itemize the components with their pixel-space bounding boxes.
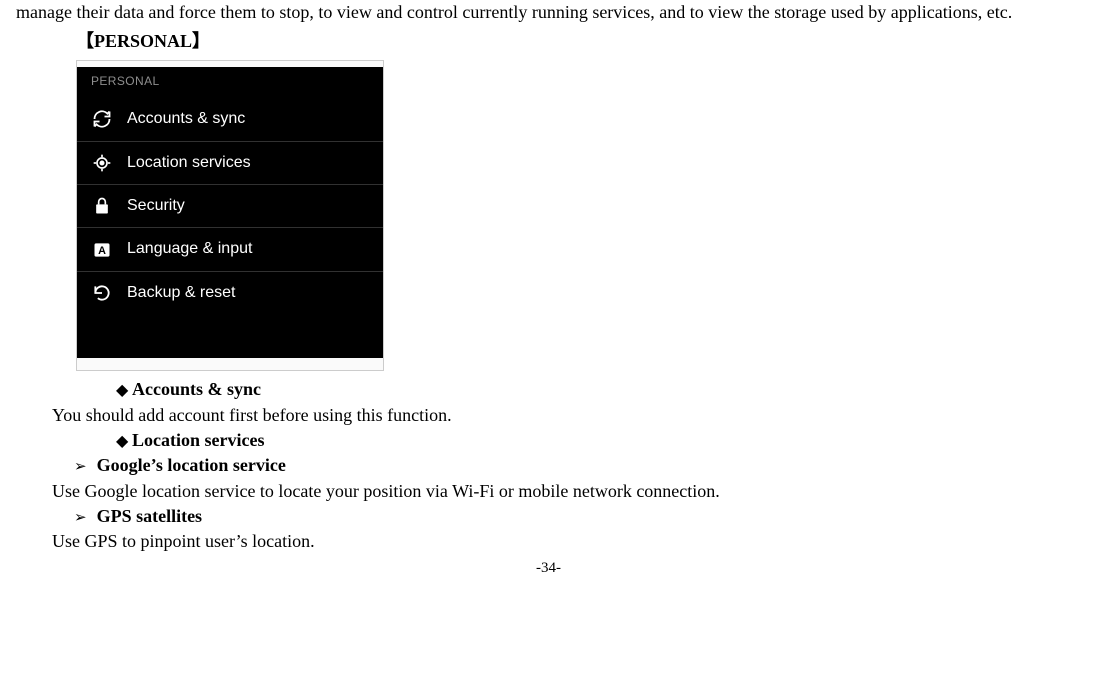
- lock-icon: [91, 195, 113, 217]
- body-text: manage their data and force them to stop…: [16, 0, 1081, 25]
- arrow-bullet-icon: ➢: [74, 457, 87, 478]
- bullet-location-services: ◆ Location services: [116, 428, 1081, 453]
- subbullet-label: Google’s location service: [97, 453, 286, 478]
- page-number: -34-: [16, 558, 1081, 579]
- bullet-accounts-sync: ◆ Accounts & sync: [116, 377, 1081, 402]
- body-text: You should add account first before usin…: [52, 403, 1081, 428]
- arrow-bullet-icon: ➢: [74, 508, 87, 529]
- settings-item-label: Language & input: [127, 238, 252, 260]
- diamond-bullet-icon: ◆: [116, 380, 132, 402]
- settings-item-label: Backup & reset: [127, 282, 236, 304]
- settings-item-backup-reset[interactable]: Backup & reset: [77, 272, 383, 314]
- settings-item-language-input[interactable]: A Language & input: [77, 228, 383, 271]
- bullet-label: Accounts & sync: [132, 377, 261, 402]
- diamond-bullet-icon: ◆: [116, 431, 132, 453]
- body-text: Use GPS to pinpoint user’s location.: [52, 529, 1081, 554]
- section-header-personal: 【PERSONAL】: [76, 29, 1081, 54]
- subbullet-google-location: ➢ Google’s location service: [74, 453, 1081, 478]
- screenshot-section-header: PERSONAL: [77, 67, 383, 98]
- backup-icon: [91, 282, 113, 304]
- body-text: Use Google location service to locate yo…: [52, 479, 1081, 504]
- screenshot-figure: PERSONAL Accounts & sync: [76, 60, 384, 371]
- settings-item-accounts-sync[interactable]: Accounts & sync: [77, 98, 383, 141]
- language-icon: A: [91, 239, 113, 261]
- sync-icon: [91, 108, 113, 130]
- settings-item-security[interactable]: Security: [77, 185, 383, 228]
- settings-personal-screenshot: PERSONAL Accounts & sync: [76, 60, 384, 371]
- settings-item-label: Security: [127, 195, 185, 217]
- subbullet-gps: ➢ GPS satellites: [74, 504, 1081, 529]
- subbullet-label: GPS satellites: [97, 504, 203, 529]
- settings-item-label: Accounts & sync: [127, 108, 245, 130]
- settings-item-label: Location services: [127, 152, 251, 174]
- settings-item-location-services[interactable]: Location services: [77, 142, 383, 185]
- svg-text:A: A: [98, 245, 106, 257]
- location-icon: [91, 152, 113, 174]
- bullet-label: Location services: [132, 428, 264, 453]
